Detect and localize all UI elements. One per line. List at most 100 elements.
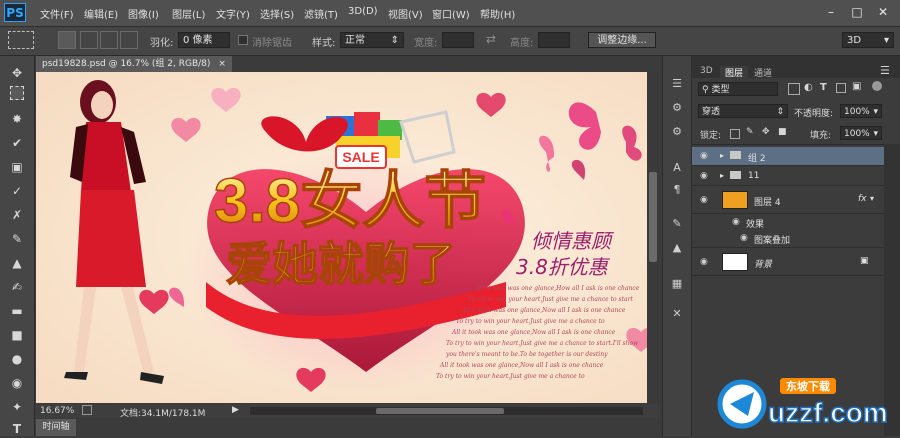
eye-icon[interactable]: ◉ [740, 233, 748, 243]
play-icon[interactable]: ▶ [232, 405, 239, 415]
expand-arrow-icon[interactable]: ▸ [720, 171, 724, 180]
menu-select[interactable]: 选择(S) [260, 6, 294, 21]
close-icon[interactable]: ✕ [872, 4, 894, 20]
tab-layers[interactable]: 图层 [720, 66, 749, 79]
swap-icon[interactable]: ⇄ [486, 32, 496, 46]
horizontal-scroll-thumb[interactable] [376, 408, 504, 414]
clone-stamp-tool-icon[interactable]: ▲ [8, 254, 26, 272]
dodge-tool-icon[interactable]: ◉ [8, 374, 26, 392]
opacity-input[interactable]: 100% ▾ [840, 104, 882, 118]
effect-item-row[interactable]: ◉ 图案叠加 [692, 231, 884, 248]
intersect-selection-icon[interactable] [120, 31, 138, 49]
brush-tool-icon[interactable]: ✎ [8, 230, 26, 248]
eraser-tool-icon[interactable]: ▬ [8, 302, 26, 320]
refine-edge-button[interactable]: 调整边缘... [588, 32, 656, 48]
layer-row[interactable]: ◉ ▸ 11 [692, 167, 884, 186]
marquee-tool-icon[interactable] [10, 86, 24, 100]
blur-tool-icon[interactable]: ● [8, 350, 26, 368]
type-tool-icon[interactable]: T [8, 420, 26, 438]
layer-name[interactable]: 组 2 [748, 151, 766, 164]
menu-view[interactable]: 视图(V) [388, 6, 423, 21]
blend-mode-select[interactable]: 穿透 ⇕ [698, 104, 788, 118]
feather-input[interactable]: 0 像素 [178, 32, 230, 48]
tab-channels[interactable]: 通道 [754, 66, 772, 79]
zoom-readout[interactable]: 16.67% [40, 406, 74, 416]
paragraph-icon[interactable]: ¶ [669, 182, 685, 198]
eyedropper-tool-icon[interactable]: ✓ [8, 182, 26, 200]
lock-transparency-icon[interactable] [730, 129, 740, 139]
close-icon[interactable]: × [218, 59, 226, 69]
eye-icon[interactable]: ◉ [700, 195, 708, 205]
menu-layer[interactable]: 图层(L) [172, 6, 205, 21]
properties-icon[interactable]: ⚙ [669, 100, 685, 116]
panel-menu-icon[interactable]: ☰ [880, 64, 890, 77]
menu-3d[interactable]: 3D(D) [348, 6, 378, 17]
rect-marquee-tool-icon[interactable] [8, 31, 34, 49]
vertical-scroll-thumb[interactable] [649, 172, 657, 262]
menu-edit[interactable]: 编辑(E) [84, 6, 118, 21]
lasso-tool-icon[interactable]: ✸ [8, 110, 26, 128]
horizontal-scrollbar[interactable] [250, 407, 643, 415]
crop-tool-icon[interactable]: ▣ [8, 158, 26, 176]
eye-icon[interactable]: ◉ [700, 257, 708, 267]
menu-filter[interactable]: 滤镜(T) [304, 6, 338, 21]
eye-icon[interactable]: ◉ [700, 171, 708, 181]
workspace-select[interactable]: 3D ▾ [842, 32, 894, 48]
eye-icon[interactable]: ◉ [732, 217, 740, 227]
new-selection-icon[interactable] [58, 31, 76, 49]
style-select[interactable]: 正常 ⇕ [340, 32, 404, 48]
antialias-checkbox[interactable] [238, 35, 248, 45]
move-tool-icon[interactable]: ✥ [8, 64, 26, 82]
shape-filter-icon[interactable] [836, 83, 846, 93]
layer-row[interactable]: ◉ 图层 4 fx ▾ [692, 187, 884, 214]
character-icon[interactable]: A [669, 160, 685, 176]
menu-window[interactable]: 窗口(W) [432, 6, 470, 21]
canvas-area[interactable]: SALE 3.8女人节 爱她就购了 倾情惠顾 3.8折优惠 All it too… [36, 72, 659, 403]
layer-name[interactable]: 图层 4 [754, 195, 781, 208]
add-selection-icon[interactable] [80, 31, 98, 49]
lock-pixels-icon[interactable]: ✎ [746, 127, 754, 137]
menu-file[interactable]: 文件(F) [40, 6, 74, 21]
brush-preset-icon[interactable]: ✎ [669, 216, 685, 232]
adjust-filter-icon[interactable]: ◐ [804, 82, 813, 93]
effects-row[interactable]: ◉ 效果 [692, 215, 884, 231]
layer-name[interactable]: 背景 [754, 257, 772, 270]
pixel-filter-icon[interactable] [788, 83, 800, 95]
menu-help[interactable]: 帮助(H) [480, 6, 515, 21]
gradient-tool-icon[interactable]: ■ [8, 326, 26, 344]
quick-select-tool-icon[interactable]: ✔ [8, 134, 26, 152]
layer-row[interactable]: ◉ 背景 ▣ [692, 249, 884, 276]
clone-source-icon[interactable]: ▲ [669, 240, 685, 256]
lock-all-icon[interactable]: ■ [778, 127, 787, 137]
history-icon[interactable]: ☰ [669, 76, 685, 92]
vertical-scrollbar[interactable] [647, 72, 659, 403]
history-brush-tool-icon[interactable]: ✍ [8, 278, 26, 296]
restore-icon[interactable]: □ [846, 4, 868, 20]
tab-3d[interactable]: 3D [700, 66, 713, 76]
minimize-icon[interactable]: – [820, 4, 842, 20]
fx-badge[interactable]: fx [858, 194, 867, 204]
collapse-arrow-icon[interactable]: ▾ [870, 194, 874, 203]
smart-filter-icon[interactable]: ▣ [852, 81, 861, 92]
fill-input[interactable]: 100% ▾ [840, 126, 882, 140]
swatches-icon[interactable]: ▦ [669, 276, 685, 292]
layer-row[interactable]: ◉ ▸ 组 2 [692, 147, 884, 166]
timeline-tab[interactable]: 时间轴 [36, 419, 76, 436]
expand-arrow-icon[interactable]: ▸ [720, 151, 724, 160]
document-tab[interactable]: psd19828.psd @ 16.7% (组 2, RGB/8) × [36, 56, 232, 72]
type-filter-icon[interactable]: T [820, 82, 827, 93]
menu-type[interactable]: 文字(Y) [216, 6, 250, 21]
width-input[interactable] [442, 32, 474, 48]
filter-toggle-icon[interactable] [872, 81, 882, 91]
eye-icon[interactable]: ◉ [700, 151, 708, 161]
healing-brush-tool-icon[interactable]: ✗ [8, 206, 26, 224]
subtract-selection-icon[interactable] [100, 31, 118, 49]
menu-image[interactable]: 图像(I) [128, 6, 159, 21]
adjust-icon[interactable]: ⚙ [669, 124, 685, 140]
info-icon[interactable] [82, 405, 92, 415]
layer-filter-select[interactable]: ⚲ 类型 [698, 82, 778, 96]
height-input[interactable] [538, 32, 570, 48]
lock-position-icon[interactable]: ✥ [762, 127, 770, 137]
pen-tool-icon[interactable]: ✦ [8, 398, 26, 416]
tool-presets-icon[interactable]: ✕ [669, 306, 685, 322]
